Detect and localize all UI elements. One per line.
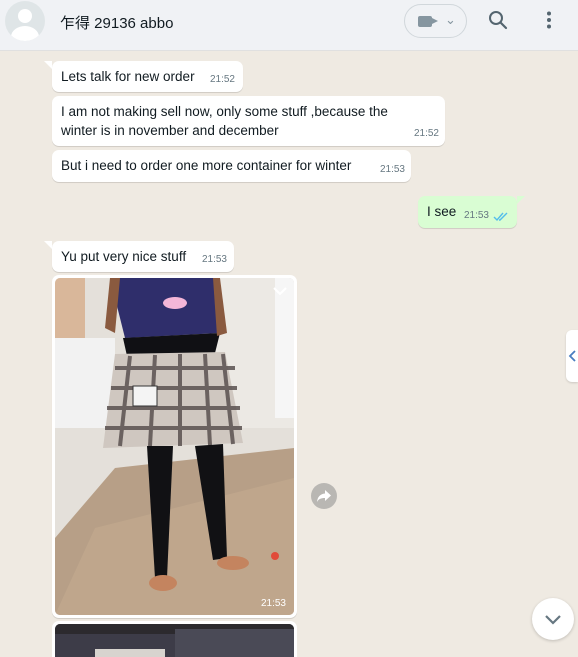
chevron-down-icon[interactable] (273, 286, 287, 296)
message-bubble-incoming[interactable]: Yu put very nice stuff 21:53 (52, 241, 234, 272)
chevron-left-icon (568, 350, 576, 362)
scroll-to-bottom-button[interactable] (532, 598, 574, 640)
message-text-line: I am not making sell now, only some stuf… (61, 104, 388, 119)
message-bubble-outgoing[interactable]: I see 21:53 (418, 196, 517, 228)
bubble-tail (517, 196, 525, 204)
chat-header: 乍得 29136 abbo ⌄ (0, 0, 578, 51)
kebab-menu-icon[interactable] (539, 10, 559, 30)
message-text: I see (427, 204, 457, 219)
message-time: 21:53 (463, 210, 489, 221)
video-call-button[interactable]: ⌄ (404, 4, 467, 38)
side-panel-tab[interactable] (566, 330, 578, 382)
message-bubble-incoming[interactable]: But i need to order one more container f… (52, 150, 411, 182)
message-text-line: winter is in november and december (61, 123, 279, 138)
forward-button[interactable] (311, 483, 337, 509)
chevron-down-icon (545, 615, 561, 625)
message-text: But i need to order one more container f… (61, 158, 352, 173)
read-receipt-double-check-icon (493, 212, 508, 222)
contact-name[interactable]: 乍得 29136 abbo (60, 12, 173, 33)
message-time: 21:53 (260, 598, 286, 609)
message-bubble-incoming[interactable]: I am not making sell now, only some stuf… (52, 96, 445, 146)
message-text: Lets talk for new order (61, 69, 195, 84)
video-camera-icon (418, 16, 438, 27)
message-text: Yu put very nice stuff (61, 249, 187, 264)
chevron-down-icon: ⌄ (445, 12, 456, 27)
photo-partial[interactable] (55, 624, 294, 657)
message-list[interactable]: Lets talk for new order 21:52 I am not m… (0, 51, 578, 657)
image-message[interactable] (52, 621, 297, 657)
image-message[interactable]: 21:53 (52, 275, 297, 618)
message-time: 21:52 (209, 74, 235, 85)
bubble-tail (44, 61, 52, 69)
forward-arrow-icon (317, 490, 331, 502)
message-bubble-incoming[interactable]: Lets talk for new order 21:52 (52, 61, 243, 92)
search-icon[interactable] (488, 10, 508, 30)
contact-avatar[interactable] (5, 1, 45, 41)
message-time: 21:53 (201, 254, 227, 265)
bubble-tail (44, 241, 52, 249)
message-time: 21:52 (413, 128, 439, 139)
photo-child-plaid-skirt[interactable]: 21:53 (55, 278, 294, 615)
message-time: 21:53 (379, 164, 405, 175)
